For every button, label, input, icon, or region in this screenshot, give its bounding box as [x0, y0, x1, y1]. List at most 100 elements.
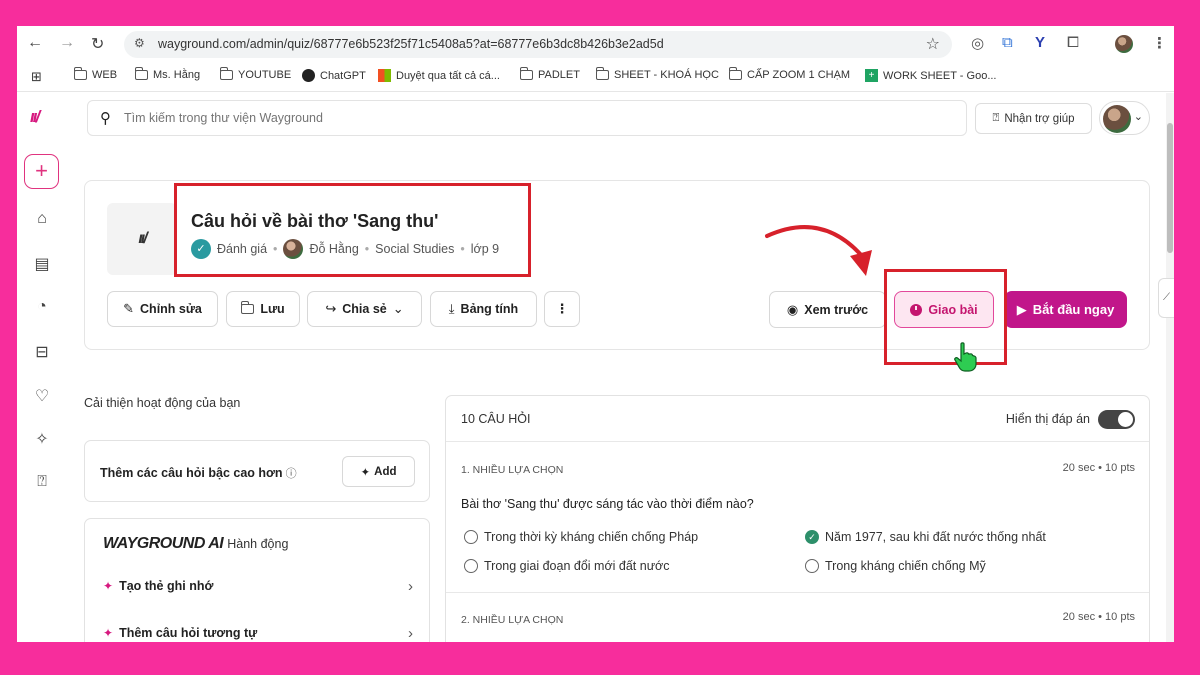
show-answers-toggle[interactable] — [1098, 410, 1135, 429]
avatar — [1103, 105, 1131, 133]
side-panel-tab[interactable]: ⟋ — [1158, 278, 1174, 318]
wayground-logo[interactable]: ıı/ — [30, 107, 40, 127]
url-text[interactable]: wayground.com/admin/quiz/68777e6b523f25f… — [158, 37, 664, 51]
home-icon[interactable]: ⌂ — [33, 210, 51, 228]
bookmark-youtube[interactable]: YOUTUBE — [220, 67, 291, 81]
answer-option: Trong kháng chiến chống Mỹ — [805, 559, 986, 573]
site-settings-icon[interactable]: ⚙ — [134, 36, 145, 50]
show-answers-label: Hiển thị đáp án — [1005, 412, 1090, 426]
bookmark-worksheet[interactable]: + WORK SHEET - Goo... — [865, 69, 997, 82]
info-icon[interactable]: ⓘ — [286, 468, 297, 480]
help-chat-icon: ⍰ — [992, 112, 1000, 124]
bookmark-browse-all[interactable]: Duyệt qua tất cả cá... — [378, 69, 500, 82]
search-input[interactable] — [124, 107, 924, 129]
download-icon: ⤓ — [448, 301, 455, 316]
sparkle-icon: ✦ — [103, 579, 114, 593]
sparkle-icon: ✦ — [103, 626, 114, 640]
menu-icon[interactable]: ⋮ — [1152, 34, 1167, 52]
extension-y-icon[interactable]: Y — [1035, 34, 1045, 51]
chevron-right-icon: › — [408, 577, 413, 595]
folder-icon — [729, 67, 742, 80]
higher-order-card: Thêm các câu hỏi bậc cao hơn ⓘ ✦ Add — [84, 440, 430, 502]
radio-icon — [464, 559, 478, 573]
back-icon[interactable]: ← — [27, 34, 43, 52]
play-icon: ▶ — [1016, 301, 1027, 317]
add-similar-questions-item[interactable]: ✦ Thêm câu hỏi tương tự › — [103, 624, 413, 642]
microsoft-icon — [378, 69, 391, 82]
folder-icon — [520, 67, 533, 80]
ai-brand-logo: WAYGROUND AI — [103, 535, 224, 552]
reports-icon[interactable]: ◔ — [33, 298, 51, 316]
folder-icon — [135, 67, 148, 80]
preview-button[interactable]: ◉ Xem trước — [769, 291, 886, 328]
quiz-thumbnail: ıı/ — [107, 203, 177, 275]
folder-icon — [241, 301, 255, 314]
folder-icon — [220, 67, 233, 80]
bookmark-padlet[interactable]: PADLET — [520, 67, 580, 81]
eye-icon: ◉ — [786, 301, 799, 317]
app-area: ıı/ + ⌂ ▤ ◔ ⊟ ♡ ✧ ⍰ ⚲ ⍰ Nhận trợ giúp ⌄ … — [17, 93, 1174, 642]
start-now-button[interactable]: ▶ Bắt đầu ngay — [1004, 291, 1127, 328]
classes-icon[interactable]: ⊟ — [33, 342, 51, 362]
question-text: Bài thơ 'Sang thu' được sáng tác vào thờ… — [461, 497, 754, 511]
more-icon: ⋮ — [555, 301, 569, 316]
bookmark-ms-hang[interactable]: Ms. Hằng — [135, 67, 200, 81]
radio-icon — [805, 559, 819, 573]
pointer-hand-icon — [954, 342, 977, 372]
search-icon: ⚲ — [100, 110, 111, 127]
divider — [446, 592, 1149, 593]
bookmark-zoom[interactable]: CẤP ZOOM 1 CHẠM — [729, 67, 850, 81]
address-bar[interactable]: ⚙ wayground.com/admin/quiz/68777e6b523f2… — [124, 31, 952, 58]
more-options-button[interactable]: ⋮ — [544, 291, 580, 327]
reload-icon[interactable]: ↻ — [91, 34, 104, 54]
apps-grid-icon[interactable]: ⊞ — [31, 69, 42, 85]
question-meta: 20 sec • 10 pts — [1062, 611, 1135, 623]
folder-icon — [596, 67, 609, 80]
help-button[interactable]: ⍰ Nhận trợ giúp — [975, 103, 1092, 134]
scrollbar-thumb[interactable] — [1167, 123, 1173, 253]
check-icon: ✓ — [805, 530, 819, 544]
browser-toolbar: ← → ↻ ⚙ wayground.com/admin/quiz/68777e6… — [17, 26, 1174, 62]
puzzle-icon[interactable]: ⧠ — [1067, 34, 1079, 51]
share-icon: ↪ — [325, 301, 337, 316]
bookmark-chatgpt[interactable]: ChatGPT — [302, 69, 366, 82]
radio-icon — [464, 530, 478, 544]
folder-icon — [74, 67, 87, 80]
edit-button[interactable]: ✎ Chỉnh sửa — [107, 291, 218, 327]
answer-option-correct: ✓ Năm 1977, sau khi đất nước thống nhất — [805, 530, 1046, 544]
extension-circle-icon[interactable]: ◎ — [971, 34, 984, 52]
sheets-icon: + — [865, 69, 878, 82]
improve-heading: Cải thiện hoạt động của bạn — [84, 396, 241, 410]
search-bar[interactable]: ⚲ — [87, 100, 967, 136]
ai-subtitle: Hành động — [227, 537, 289, 551]
help-icon[interactable]: ⍰ — [33, 473, 51, 491]
sidebar: ıı/ + ⌂ ▤ ◔ ⊟ ♡ ✧ ⍰ — [17, 93, 69, 642]
create-button[interactable]: + — [24, 154, 59, 189]
account-menu[interactable]: ⌄ — [1099, 101, 1150, 135]
curved-arrow-annotation — [765, 225, 872, 276]
bookmark-sheet[interactable]: SHEET - KHOÁ HỌC — [596, 67, 719, 81]
library-icon[interactable]: ▤ — [33, 254, 51, 274]
share-button[interactable]: ↪ Chia sẻ ⌄ — [307, 291, 422, 327]
add-button[interactable]: ✦ Add — [342, 456, 415, 487]
sparkle-icon: ✦ — [360, 466, 371, 479]
forward-icon[interactable]: → — [59, 34, 75, 52]
highlight-box-assign — [884, 269, 1007, 365]
quiz-header-card: ıı/ Câu hỏi về bài thơ 'Sang thu' ✓ Đánh… — [84, 180, 1150, 365]
profile-avatar[interactable] — [1115, 35, 1133, 53]
higher-order-text: Thêm các câu hỏi bậc cao hơn — [100, 466, 283, 480]
create-flashcards-item[interactable]: ✦ Tạo thẻ ghi nhớ › — [103, 577, 413, 595]
spreadsheet-button[interactable]: ⤓ Bảng tính — [430, 291, 537, 327]
chevron-right-icon: › — [408, 624, 413, 642]
ai-sparkle-icon[interactable]: ✧ — [33, 429, 51, 449]
ai-actions-card: WAYGROUND AI Hành động ✦ Tạo thẻ ghi nhớ… — [84, 518, 430, 642]
scrollbar[interactable] — [1166, 93, 1174, 642]
translate-icon[interactable]: ⧉ — [1002, 34, 1013, 51]
save-button[interactable]: Lưu — [226, 291, 300, 327]
question-count: 10 CÂU HỎI — [461, 412, 531, 426]
bookmark-web[interactable]: WEB — [74, 67, 117, 81]
bookmark-star-icon[interactable]: ☆ — [926, 34, 940, 54]
question-meta: 20 sec • 10 pts — [1062, 462, 1135, 474]
browser-window: ← → ↻ ⚙ wayground.com/admin/quiz/68777e6… — [17, 26, 1174, 642]
accommodations-icon[interactable]: ♡ — [33, 386, 51, 406]
